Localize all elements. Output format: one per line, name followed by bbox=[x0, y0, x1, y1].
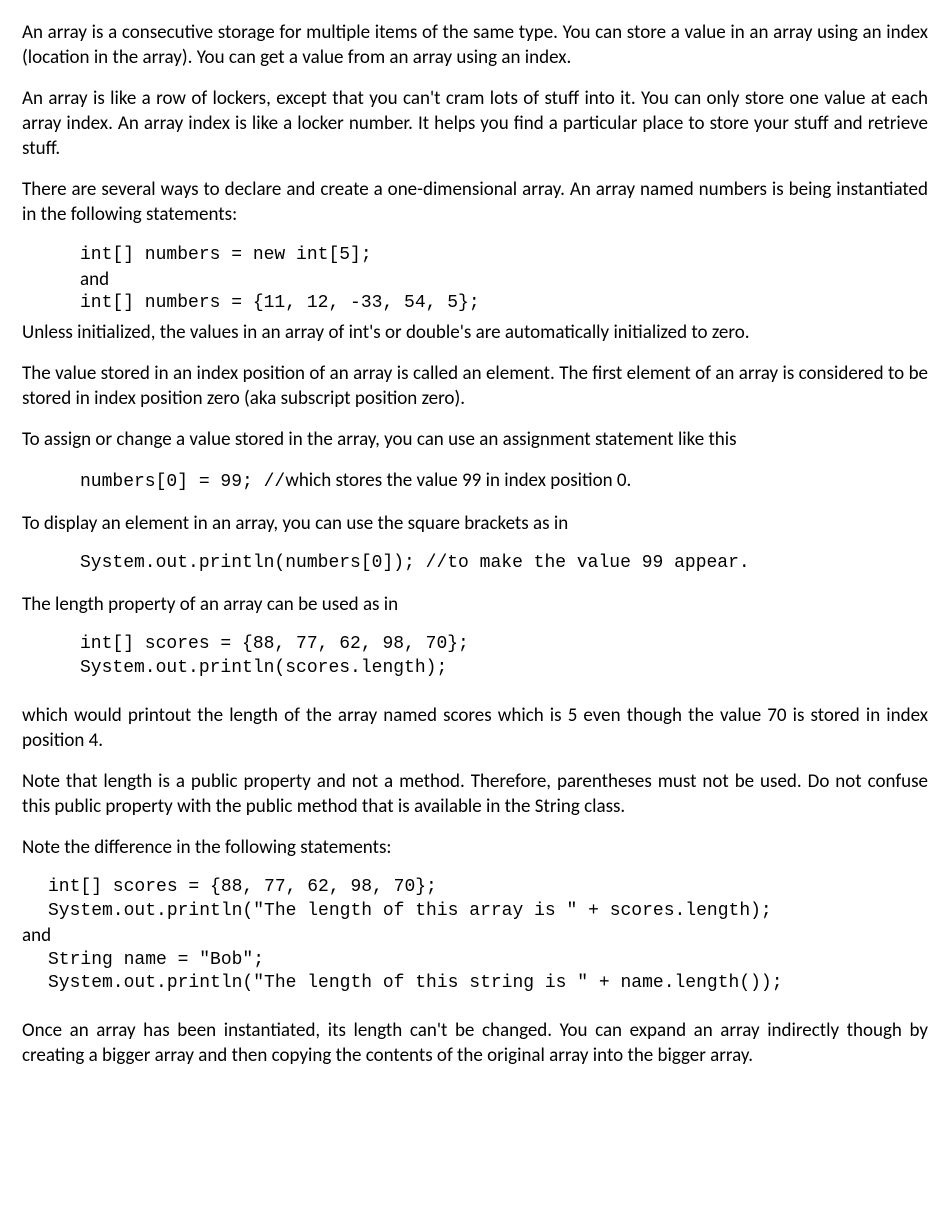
paragraph-length: The length property of an array can be u… bbox=[22, 592, 928, 617]
code-block-compare: int[] scores = {88, 77, 62, 98, 70}; Sys… bbox=[22, 876, 928, 996]
paragraph-init-zero: Unless initialized, the values in an arr… bbox=[22, 320, 928, 345]
code-scores-init: int[] scores = {88, 77, 62, 98, 70}; bbox=[22, 633, 928, 657]
paragraph-public-property: Note that length is a public property an… bbox=[22, 769, 928, 819]
code-assign-99: numbers[0] = 99; // bbox=[80, 472, 285, 492]
code-scores-length: System.out.println(scores.length); bbox=[22, 657, 928, 681]
paragraph-declare: There are several ways to declare and cr… bbox=[22, 177, 928, 227]
code-block-declare: int[] numbers = new int[5]; and int[] nu… bbox=[22, 244, 928, 317]
paragraph-difference: Note the difference in the following sta… bbox=[22, 835, 928, 860]
paragraph-element: The value stored in an index position of… bbox=[22, 361, 928, 411]
paragraph-lockers: An array is like a row of lockers, excep… bbox=[22, 86, 928, 161]
paragraph-printout: which would printout the length of the a… bbox=[22, 703, 928, 753]
code-compare-name-print: System.out.println("The length of this s… bbox=[22, 972, 928, 996]
code-block-println: System.out.println(numbers[0]); //to mak… bbox=[22, 552, 928, 576]
code-compare-scores-init: int[] scores = {88, 77, 62, 98, 70}; bbox=[22, 876, 928, 900]
code-new-int: int[] numbers = new int[5]; bbox=[22, 244, 928, 268]
code-init-literal: int[] numbers = {11, 12, -33, 54, 5}; bbox=[22, 292, 928, 316]
code-and-1: and bbox=[22, 267, 928, 292]
code-assign-comment: which stores the value 99 in index posit… bbox=[285, 469, 631, 492]
paragraph-instantiated: Once an array has been instantiated, its… bbox=[22, 1018, 928, 1068]
paragraph-assign: To assign or change a value stored in th… bbox=[22, 427, 928, 452]
code-compare-scores-print: System.out.println("The length of this a… bbox=[22, 900, 928, 924]
paragraph-display: To display an element in an array, you c… bbox=[22, 511, 928, 536]
code-compare-name: String name = "Bob"; bbox=[22, 949, 928, 973]
paragraph-intro-1: An array is a consecutive storage for mu… bbox=[22, 20, 928, 70]
code-compare-and: and bbox=[22, 923, 928, 948]
code-block-assign: numbers[0] = 99; //which stores the valu… bbox=[22, 468, 928, 495]
code-block-scores: int[] scores = {88, 77, 62, 98, 70}; Sys… bbox=[22, 633, 928, 681]
